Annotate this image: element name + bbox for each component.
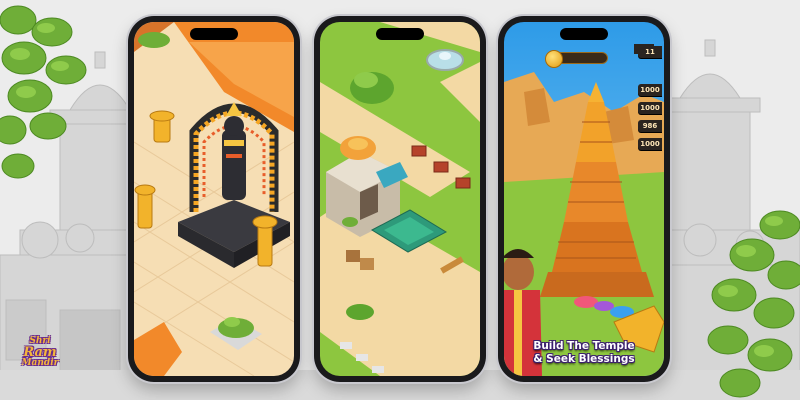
foliage-top-left xyxy=(0,5,87,179)
tagline-line2: & Seek Blessings xyxy=(533,353,635,365)
phone-idol-shrine xyxy=(128,16,300,382)
dynamic-island xyxy=(190,28,238,40)
phone-village-map xyxy=(314,16,486,382)
promo-tagline: Build The Temple & Seek Blessings xyxy=(504,340,664,366)
dynamic-island xyxy=(560,28,608,40)
dynamic-island xyxy=(376,28,424,40)
resource-counter-4: 1000 xyxy=(638,138,662,150)
village-scene xyxy=(320,22,480,376)
shri-ram-mandir-logo: Shri Ram Mandir xyxy=(12,336,68,369)
coin-counter xyxy=(545,50,608,68)
shrine-scene xyxy=(134,22,294,376)
tagline-line1: Build The Temple xyxy=(533,340,635,352)
hud-top-value: 11 xyxy=(638,46,662,58)
resource-counter-1: 1000 xyxy=(638,84,662,96)
temple-scene xyxy=(504,22,664,376)
logo-line2: Ram xyxy=(23,345,57,360)
logo-line3: Mandir xyxy=(21,358,59,368)
coin-icon xyxy=(545,50,563,68)
foliage-bottom-right xyxy=(707,210,800,398)
village-map-screen[interactable] xyxy=(320,22,480,376)
phone-temple-build: 11 1000 1000 986 1000 Build The Temple &… xyxy=(498,16,670,382)
temple-build-screen[interactable]: 11 1000 1000 986 1000 Build The Temple &… xyxy=(504,22,664,376)
resource-counter-2: 1000 xyxy=(638,102,662,114)
resource-counter-3: 986 xyxy=(638,120,662,132)
idol-shrine-screen[interactable] xyxy=(134,22,294,376)
